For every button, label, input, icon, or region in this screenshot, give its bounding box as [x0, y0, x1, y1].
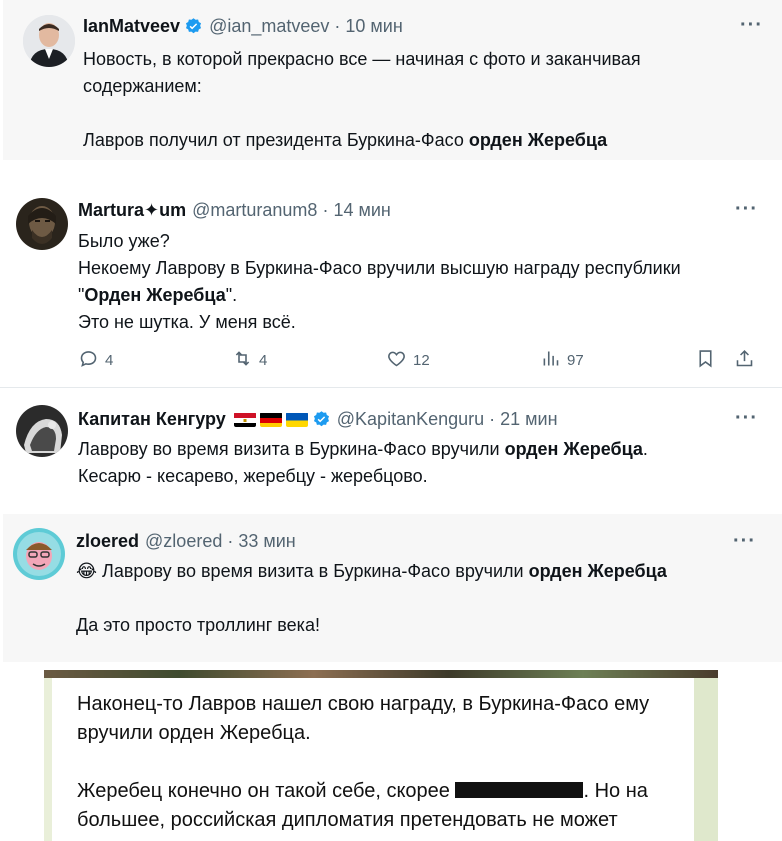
avatar[interactable] [16, 405, 68, 457]
tweet-line: Кесарю - кесарево, жеребцу - жеребцово. [78, 466, 428, 486]
tweet-text-segment: ". [225, 285, 238, 305]
reply-button[interactable]: 4 [78, 348, 113, 373]
tweet-line: "Орден Жеребца". [78, 282, 768, 309]
verified-badge-icon [184, 17, 203, 36]
timestamp[interactable]: 33 мин [238, 531, 295, 552]
tweet-line: Лавров получил от президента Буркина-Фас… [83, 127, 763, 154]
timestamp[interactable]: 14 мин [333, 200, 390, 221]
timestamp[interactable]: 10 мин [345, 16, 402, 37]
share-button[interactable] [734, 348, 761, 373]
tweet-line: Некоему Лаврову в Буркина-Фасо вручили в… [78, 258, 681, 278]
avatar[interactable] [13, 528, 65, 580]
message-line: вручили орден Жеребца. [77, 722, 311, 744]
author-handle[interactable]: @KapitanKenguru [337, 409, 484, 430]
bold-text: орден Жеребца [468, 130, 608, 150]
more-icon[interactable]: ··· [735, 198, 758, 221]
retweet-button[interactable]: 4 [232, 348, 267, 373]
author-name[interactable]: zloered [76, 531, 139, 552]
timestamp[interactable]: 21 мин [500, 409, 557, 430]
tweet-text: 😂 Лаврову во время визита в Буркина-Фасо… [76, 558, 776, 639]
separator: · [334, 16, 341, 36]
tweet-line: Было уже? [78, 231, 170, 251]
message-text-segment: . Но на [583, 780, 648, 802]
avatar[interactable] [16, 198, 68, 250]
tweet-line: Новость, в которой прекрасно все — начин… [83, 49, 641, 69]
action-bar: 4 4 12 97 [78, 348, 758, 372]
tweet-text: Было уже? Некоему Лаврову в Буркина-Фасо… [78, 228, 768, 336]
author-name[interactable]: Капитан Кенгуру [78, 409, 226, 430]
separator: · [322, 200, 329, 220]
like-icon [386, 348, 413, 373]
reply-count: 4 [105, 352, 114, 369]
tweet-text-segment: Лавров получил от президента Буркина-Фас… [83, 130, 469, 150]
message-line: большее, российская дипломатия претендов… [77, 809, 618, 831]
message-bubble: Наконец-то Лавров нашел свою награду, в … [52, 678, 694, 841]
tweet-text-segment: . [642, 439, 648, 459]
author-name[interactable]: IanMatveev [83, 16, 180, 37]
tweet-line: Да это просто троллинг века! [76, 615, 320, 635]
views-icon [540, 348, 567, 373]
like-count: 12 [413, 352, 430, 369]
photo-edge [44, 670, 718, 678]
author-name[interactable]: Martura✦um [78, 200, 186, 221]
message-line: Наконец-то Лавров нашел свою награду, в … [77, 693, 650, 715]
share-icon [734, 348, 761, 373]
bookmark-icon [695, 348, 722, 373]
telegram-post-screenshot: Наконец-то Лавров нашел свою награду, в … [44, 670, 718, 841]
tweet-line: Лаврову во время визита в Буркина-Фасо в… [78, 436, 768, 463]
germany-flag-icon [259, 412, 282, 427]
redaction-bar [455, 781, 584, 798]
retweet-count: 4 [259, 352, 268, 369]
more-icon[interactable]: ··· [735, 407, 758, 430]
bookmark-button[interactable] [695, 348, 722, 373]
tweet-line: Это не шутка. У меня всё. [78, 312, 296, 332]
tweet-text-segment: Лаврову во время визита в Буркина-Фасо в… [78, 439, 505, 459]
tweet-text: Лаврову во время визита в Буркина-Фасо в… [78, 436, 768, 490]
tweet-kapitan-kenguru[interactable]: Капитан Кенгуру @KapitanKenguru · 21 мин… [0, 389, 782, 501]
message-text: Наконец-то Лавров нашел свою награду, в … [77, 690, 687, 835]
tweet-marturanum[interactable]: Martura✦um @marturanum8 · 14 мин ··· Был… [0, 188, 782, 388]
tweet-text-segment: Лаврову во время визита в Буркина-Фасо в… [97, 561, 529, 581]
tweet-zloered[interactable]: zloered @zloered · 33 мин ··· 😂 Лаврову … [3, 514, 782, 662]
more-icon[interactable]: ··· [733, 530, 756, 553]
author-handle[interactable]: @marturanum8 [192, 200, 317, 221]
bold-text: орден Жеребца [504, 439, 643, 459]
views-count: 97 [567, 352, 584, 369]
author-handle[interactable]: @ian_matveev [209, 16, 329, 37]
tweet-ian-matveev[interactable]: IanMatveev @ian_matveev · 10 мин ··· Нов… [3, 0, 782, 160]
ukraine-flag-icon [285, 412, 308, 427]
separator: · [489, 409, 496, 429]
egypt-flag-icon [233, 412, 256, 427]
message-text-segment: Жеребец конечно он такой себе, скорее [77, 780, 456, 802]
laughing-emoji-icon: 😂 [76, 561, 98, 581]
bold-text: Орден Жеребца [84, 285, 226, 305]
tweet-line: 😂 Лаврову во время визита в Буркина-Фасо… [76, 558, 776, 585]
retweet-icon [232, 348, 259, 373]
more-icon[interactable]: ··· [740, 14, 763, 37]
like-button[interactable]: 12 [386, 348, 430, 373]
message-line: Жеребец конечно он такой себе, скорее . … [77, 777, 687, 806]
tweet-line: содержанием: [83, 76, 202, 96]
background-pattern [694, 678, 718, 841]
author-handle[interactable]: @zloered [145, 531, 222, 552]
verified-badge-icon [312, 410, 331, 429]
bold-text: орден Жеребца [528, 561, 667, 581]
avatar[interactable] [23, 15, 75, 67]
views-button[interactable]: 97 [540, 348, 584, 373]
reply-icon [78, 348, 105, 373]
tweet-text: Новость, в которой прекрасно все — начин… [83, 46, 763, 154]
separator: · [227, 531, 234, 551]
